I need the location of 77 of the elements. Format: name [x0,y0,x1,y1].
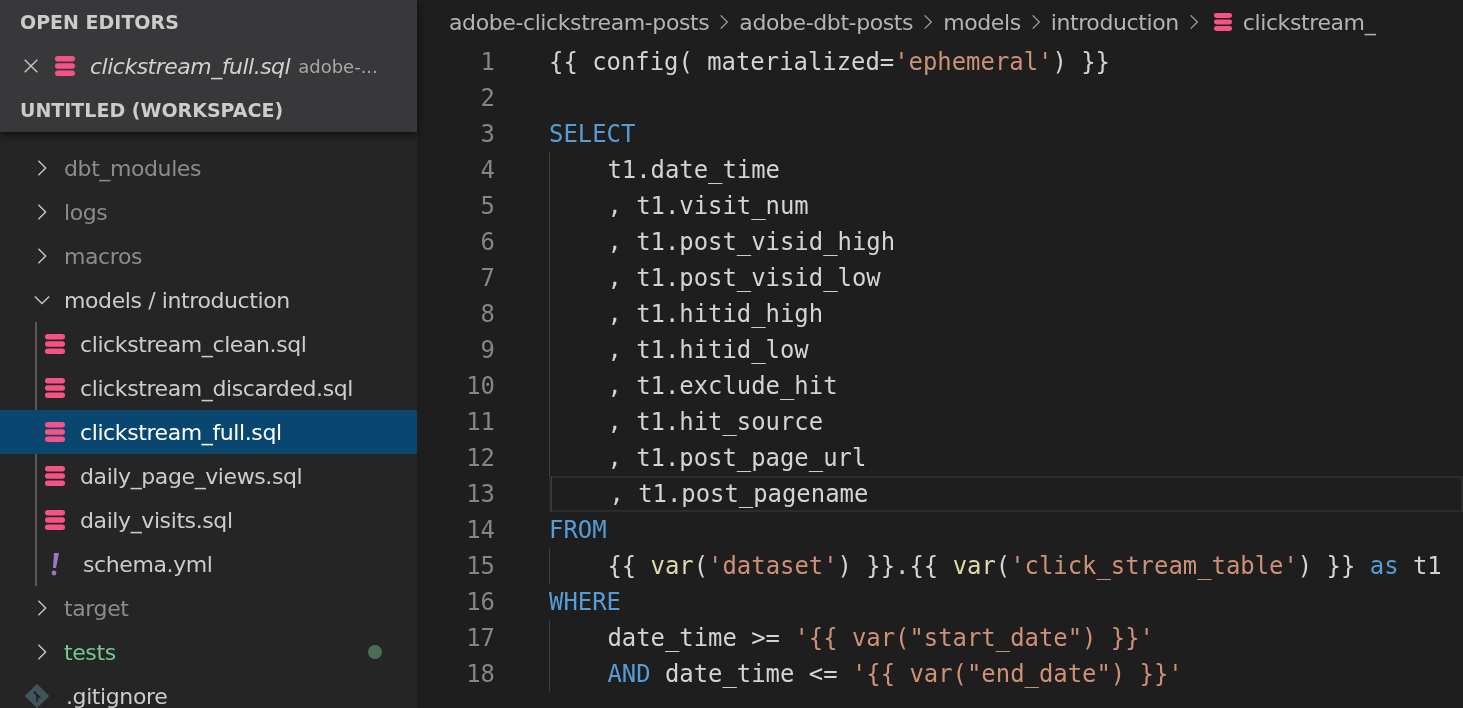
line-number: 8 [479,300,495,328]
code-line: , t1.hitid_high [607,300,824,328]
chevron-icon[interactable] [36,247,48,265]
close-icon[interactable] [22,57,40,75]
file-row[interactable]: schema.yml [0,542,417,586]
code-line: WHERE [549,588,621,616]
section-header[interactable]: UNTITLED (WORKSPACE) [0,88,417,132]
line-number: 15 [465,552,495,580]
line-number: 11 [465,408,495,436]
breadcrumb-item[interactable]: models [943,9,1021,35]
code-line: , t1.exclude_hit [607,372,838,400]
line-number: 12 [465,444,495,472]
line-number: 3 [479,120,495,148]
database-icon [1212,12,1233,32]
chevron-icon [719,13,730,31]
breadcrumb-item[interactable]: introduction [1050,9,1179,35]
line-number: 1 [479,48,495,76]
code-line: , t1.post_visid_low [607,264,881,292]
code-line: , t1.post_page_url [607,444,867,472]
chevron-icon[interactable] [36,159,48,177]
status-dot-icon [368,645,382,659]
chevron-icon [1188,13,1199,31]
file-row[interactable]: clickstream_discarded.sql [0,366,417,410]
code-line: AND date_time <= '{{ var("end_date") }}' [607,660,1183,688]
file-row[interactable]: clickstream_full.sql [0,410,417,454]
chevron-icon [923,13,934,31]
code-line: date_time >= '{{ var("start_date") }}' [607,624,1154,652]
line-number: 7 [479,264,495,292]
chevron-icon[interactable] [36,203,48,221]
tree-item[interactable]: macros [64,243,143,269]
code-line: , t1.post_visid_high [607,228,896,256]
chevron-icon[interactable] [36,643,48,661]
tree-item[interactable]: logs [64,199,108,225]
code-line: {{ config( materialized='ephemeral') }} [549,48,1110,76]
breadcrumb-item[interactable]: clickstream_ [1242,9,1376,35]
open-editor-item[interactable]: clickstream_full.sql [90,53,291,79]
line-number: 9 [479,336,495,364]
tree-item[interactable]: tests [64,639,116,665]
database-icon [44,377,66,399]
line-number: 13 [465,480,495,508]
tree-item[interactable]: dbt_modules [64,155,202,181]
chevron-icon [1030,13,1041,31]
tree-item[interactable]: models / introduction [64,287,290,313]
code-line: , t1.visit_num [607,192,809,220]
line-number: 5 [479,192,495,220]
database-icon [44,333,66,355]
file-path-hint: adobe-... [298,55,378,77]
line-number: 6 [479,228,495,256]
database-icon [44,421,66,443]
line-number: 10 [465,372,495,400]
database-icon [54,55,76,77]
code-line: , t1.post_pagename [609,480,869,508]
section-header[interactable]: OPEN EDITORS [0,0,417,44]
line-number: 16 [465,588,495,616]
database-icon [44,465,66,487]
chevron-icon[interactable] [36,599,48,617]
file-row[interactable]: daily_visits.sql [0,498,417,542]
line-number: 2 [479,84,495,112]
code-line: , t1.hitid_low [607,336,809,364]
code-line: SELECT [549,120,636,148]
line-number: 14 [465,516,495,544]
breadcrumb-item[interactable]: adobe-clickstream-posts [449,9,710,35]
database-icon [44,509,66,531]
exclamation-icon [50,552,60,576]
breadcrumb-item[interactable]: adobe-dbt-posts [739,9,914,35]
tree-item[interactable]: .gitignore [66,683,168,708]
line-number: 18 [465,660,495,688]
tree-item[interactable]: target [64,595,129,621]
code-line: , t1.hit_source [607,408,824,436]
line-number: 17 [465,624,495,652]
chevron-icon[interactable] [33,294,51,306]
code-line: {{ var('dataset') }}.{{ var('click_stream_table') }} as t1 [607,552,1442,580]
file-row[interactable]: clickstream_clean.sql [0,322,417,366]
file-row[interactable]: daily_page_views.sql [0,454,417,498]
code-line: t1.date_time [607,156,780,184]
code-line: FROM [549,516,607,544]
line-number: 4 [479,156,495,184]
